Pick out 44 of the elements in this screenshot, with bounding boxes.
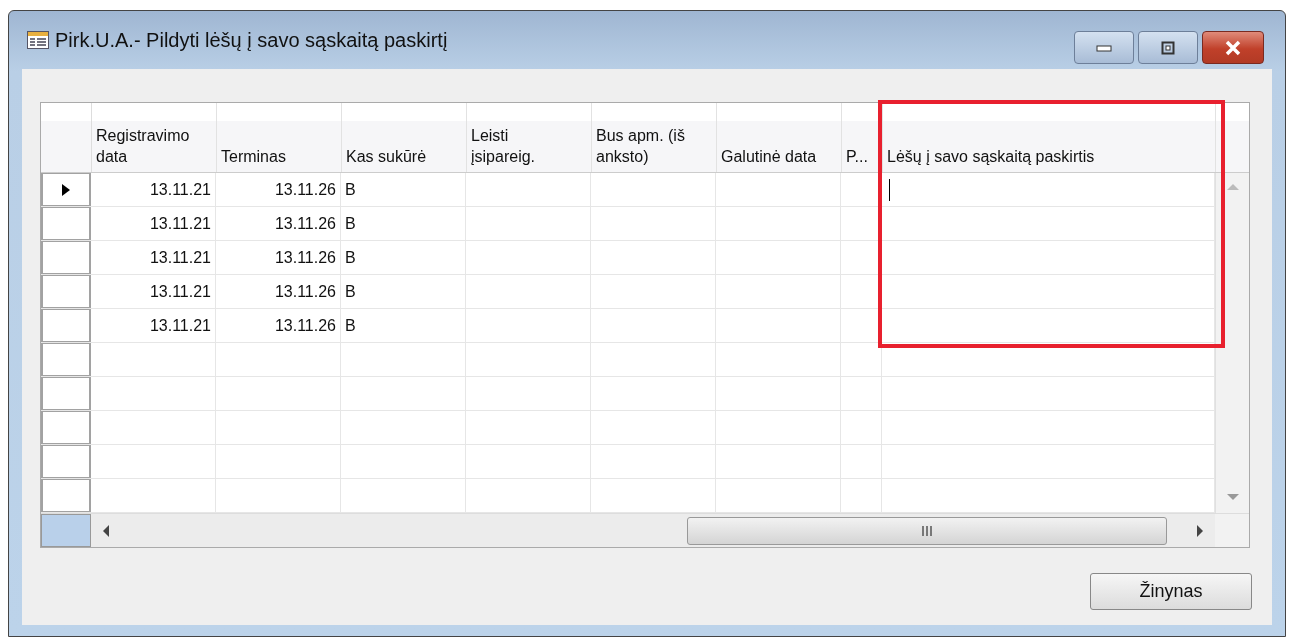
corner-cell [41,514,91,547]
close-icon [1224,39,1242,56]
table-icon [27,31,49,49]
minimize-icon [1096,43,1112,52]
help-button[interactable]: Žinynas [1090,573,1252,610]
column-header[interactable]: Bus apm. (iš anksto) [592,103,717,172]
table-cell: 13.11.26 [216,241,341,274]
table-cell: 13.11.26 [216,207,341,240]
table-cell: 13.11.26 [216,275,341,308]
table-cell: 13.11.21 [91,275,216,308]
scrollbar-corner [1215,514,1249,547]
row-selector[interactable] [41,173,91,206]
table-cell: B [341,309,466,342]
window-title: Pirk.U.A.- Pildyti lėšų į savo sąskaitą paskirtį [55,28,449,52]
table-cell: 13.11.26 [216,309,341,342]
horizontal-scrollbar[interactable] [91,514,1215,547]
current-row-icon [62,183,70,196]
close-button[interactable] [1202,31,1264,64]
grip-icon [920,524,934,537]
column-header[interactable]: P... [842,103,883,172]
scroll-right-icon[interactable] [1195,523,1205,538]
table-cell: B [341,207,466,240]
table-cell: B [341,241,466,274]
column-header[interactable]: Registravimo data [92,103,217,172]
text-cursor [889,178,890,201]
column-header[interactable]: Lėšų į savo sąskaitą paskirtis [883,103,1216,172]
column-header[interactable]: Galutinė data [717,103,842,172]
table-cell: 13.11.21 [91,173,216,206]
column-header[interactable]: Terminas [217,103,342,172]
column-header[interactable]: Kas sukūrė [342,103,467,172]
restore-icon [1161,40,1175,55]
scroll-thumb[interactable] [687,516,1167,545]
table-cell: 13.11.21 [91,309,216,342]
table-cell: 13.11.26 [216,173,341,206]
table-cell: 13.11.21 [91,207,216,240]
scroll-down-icon[interactable] [1225,493,1240,501]
vertical-scrollbar[interactable] [1215,173,1249,513]
table-cell: 13.11.21 [91,241,216,274]
scroll-left-icon[interactable] [101,523,111,538]
table-cell: B [341,173,466,206]
column-header[interactable]: Leisti įsipareig. [467,103,592,172]
table-cell: B [341,275,466,308]
scroll-up-icon[interactable] [1225,183,1240,191]
maximize-button[interactable] [1138,31,1198,64]
